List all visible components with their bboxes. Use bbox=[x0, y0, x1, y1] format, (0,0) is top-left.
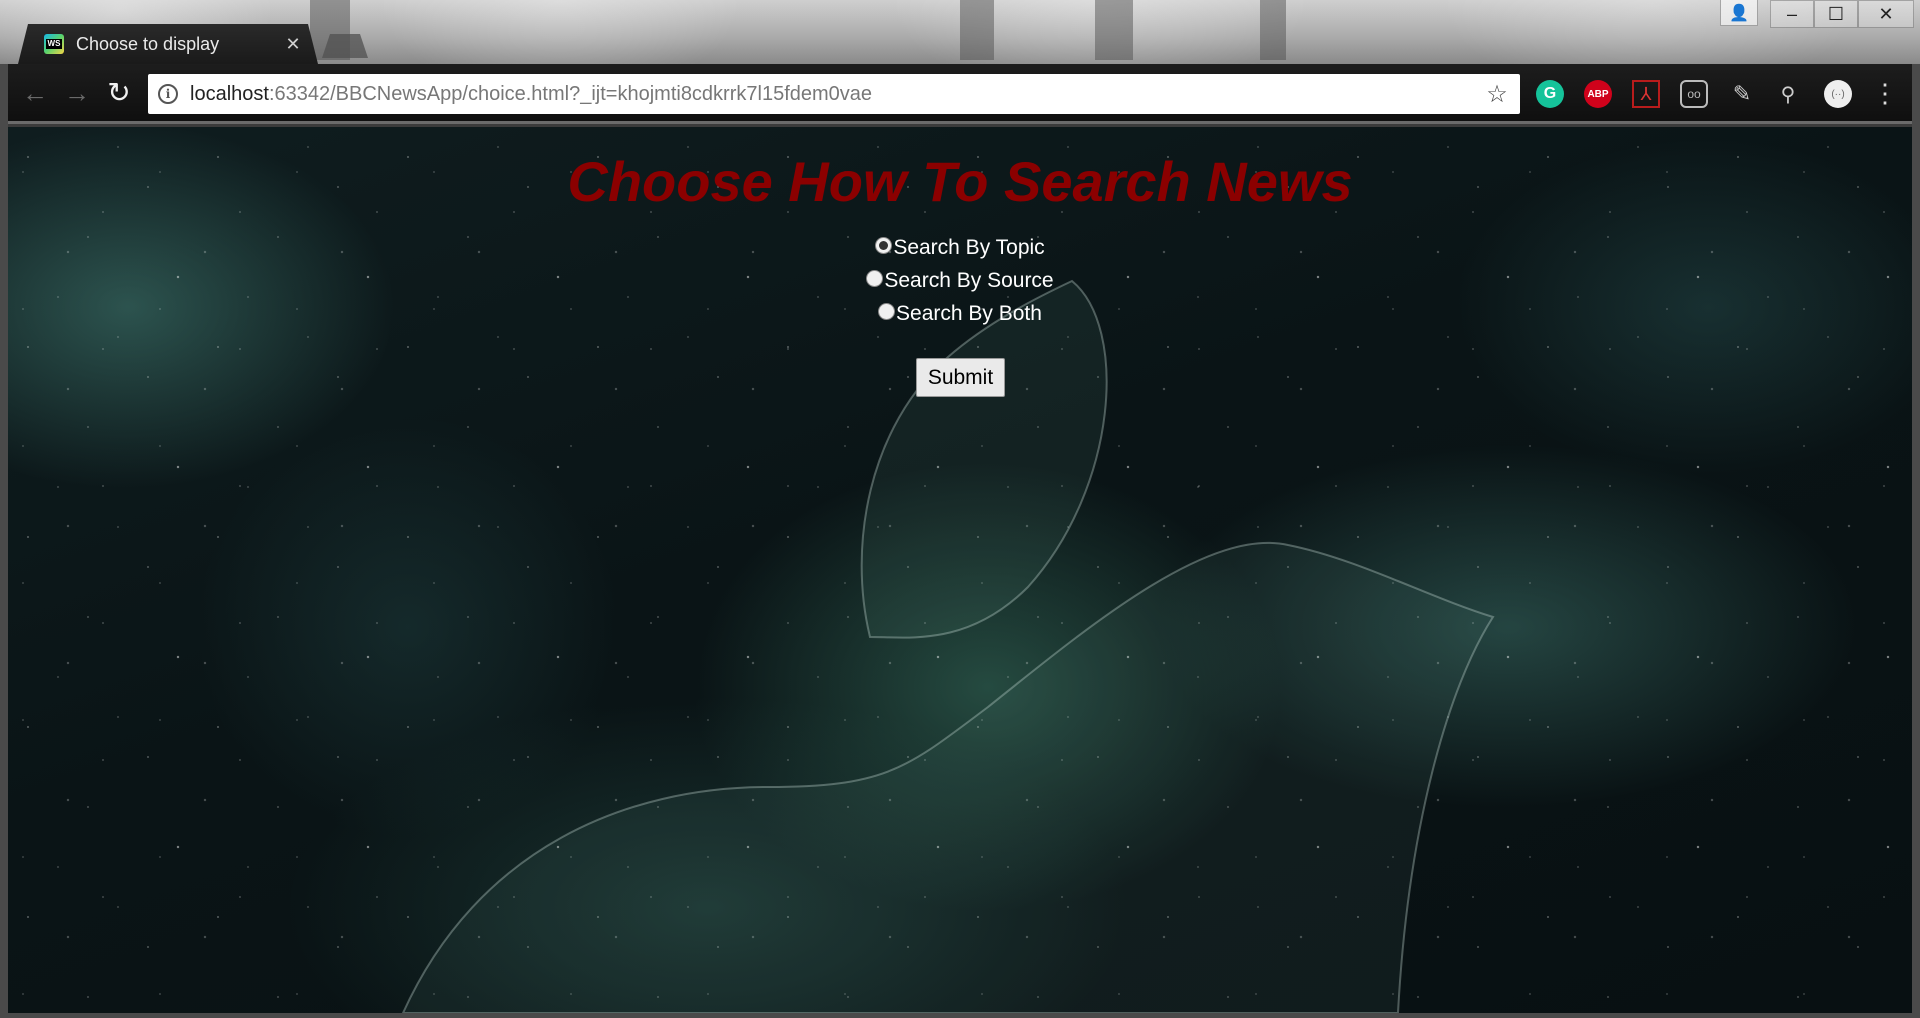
submit-button[interactable]: Submit bbox=[916, 358, 1005, 397]
search-options: Search By Topic Search By Source Search … bbox=[8, 231, 1912, 330]
option-source[interactable]: Search By Source bbox=[8, 264, 1912, 297]
acrobat-icon[interactable]: ⅄ bbox=[1632, 80, 1660, 108]
page-heading: Choose How To Search News bbox=[567, 150, 1353, 213]
url-host: localhost bbox=[190, 82, 269, 105]
minimize-icon[interactable]: – bbox=[1770, 0, 1814, 28]
window-frame-left bbox=[0, 64, 8, 1018]
profile-icon[interactable]: 👤 bbox=[1720, 0, 1758, 26]
background-tree bbox=[960, 0, 994, 60]
radio-topic[interactable] bbox=[875, 236, 893, 254]
option-label: Search By Topic bbox=[893, 235, 1045, 259]
option-label: Search By Source bbox=[884, 268, 1054, 292]
info-icon[interactable]: i bbox=[158, 84, 178, 104]
window-titlebar: WS Choose to display ✕ 👤 – ☐ ✕ bbox=[0, 0, 1920, 64]
radio-source[interactable] bbox=[866, 269, 884, 287]
window-frame-bottom bbox=[0, 1013, 1920, 1018]
forward-icon[interactable]: → bbox=[62, 78, 92, 108]
grammarly-icon[interactable]: G bbox=[1536, 80, 1564, 108]
webstorm-favicon-icon: WS bbox=[44, 34, 64, 54]
tab-title: Choose to display bbox=[76, 33, 220, 54]
tab-active[interactable]: WS Choose to display ✕ bbox=[18, 24, 318, 64]
extension-circle-icon[interactable]: (··) bbox=[1824, 80, 1852, 108]
option-topic[interactable]: Search By Topic bbox=[8, 231, 1912, 264]
pen-icon[interactable]: ✎ bbox=[1728, 80, 1756, 108]
new-tab-button[interactable] bbox=[322, 34, 368, 58]
radio-both[interactable] bbox=[878, 302, 896, 320]
page-viewport: Choose How To Search News Search By Topi… bbox=[8, 127, 1912, 1013]
window-frame-right bbox=[1912, 64, 1920, 1018]
browser-toolbar: ← → ↻ i localhost:63342/BBCNewsApp/choic… bbox=[0, 64, 1920, 124]
bookmark-star-icon[interactable]: ☆ bbox=[1482, 80, 1512, 109]
window-close-icon[interactable]: ✕ bbox=[1858, 0, 1914, 28]
background-tree bbox=[1095, 0, 1133, 60]
url-text[interactable]: localhost:63342/BBCNewsApp/choice.html?_… bbox=[190, 83, 1482, 106]
window-controls: – ☐ ✕ bbox=[1770, 0, 1914, 28]
reader-glasses-icon[interactable]: oo bbox=[1680, 80, 1708, 108]
address-bar[interactable]: i localhost:63342/BBCNewsApp/choice.html… bbox=[148, 74, 1520, 114]
background-tree bbox=[1260, 0, 1286, 60]
search-icon[interactable]: ⚲ bbox=[1774, 80, 1802, 108]
reload-icon[interactable]: ↻ bbox=[104, 78, 134, 108]
tab-close-icon[interactable]: ✕ bbox=[280, 34, 306, 55]
adblock-plus-icon[interactable]: ABP bbox=[1584, 80, 1612, 108]
back-icon[interactable]: ← bbox=[20, 78, 50, 108]
maximize-icon[interactable]: ☐ bbox=[1814, 0, 1858, 28]
option-both[interactable]: Search By Both bbox=[8, 297, 1912, 330]
browser-menu-icon[interactable]: ⋮ bbox=[1872, 78, 1898, 108]
option-label: Search By Both bbox=[896, 301, 1042, 325]
url-path: :63342/BBCNewsApp/choice.html?_ijt=khojm… bbox=[268, 82, 873, 105]
